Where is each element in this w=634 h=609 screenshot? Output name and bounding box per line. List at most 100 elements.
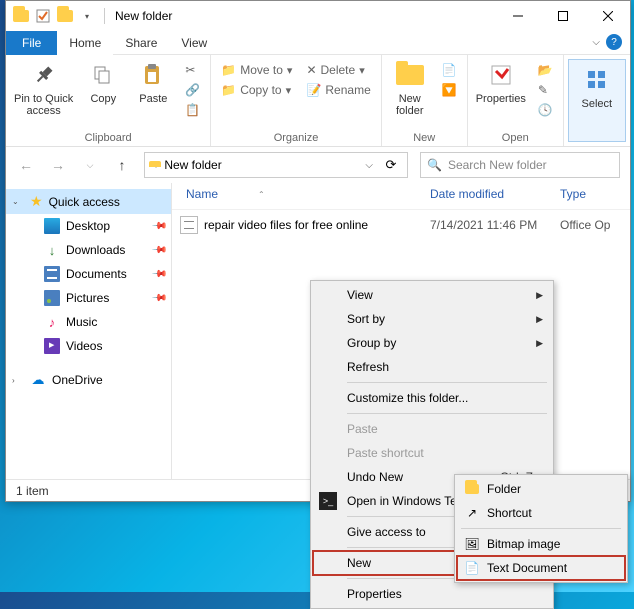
select-button[interactable]: Select: [573, 62, 621, 112]
view-tab[interactable]: View: [169, 31, 219, 55]
ctx-new-bitmap[interactable]: 🖼Bitmap image: [457, 532, 625, 556]
up-button[interactable]: ↑: [112, 157, 132, 173]
delete-button[interactable]: ✕Delete ▾: [300, 61, 376, 79]
edit-icon: ✎: [538, 83, 548, 97]
titlebar: ▾ New folder: [6, 1, 630, 31]
paste-icon: [137, 59, 169, 91]
onedrive-icon: ☁: [30, 372, 46, 388]
terminal-icon: >_: [319, 492, 337, 510]
ctx-label: Shortcut: [487, 506, 532, 520]
organize-group-label: Organize: [215, 132, 376, 146]
address-dropdown-icon[interactable]: ⌵: [365, 160, 373, 171]
sidebar-item-quick-access[interactable]: ⌄ ★ Quick access: [6, 189, 171, 214]
sidebar-item-onedrive[interactable]: ›☁OneDrive: [6, 368, 171, 392]
column-type[interactable]: Type: [560, 187, 620, 201]
text-document-icon: 📄: [463, 559, 481, 577]
rename-button[interactable]: 📝Rename: [300, 81, 376, 99]
home-tab[interactable]: Home: [57, 31, 113, 55]
window-controls: [495, 1, 630, 31]
navigation-bar: ← → ⌵ ↑ › New folder ⌵ ⟳ 🔍 Search New fo…: [6, 147, 630, 183]
sort-indicator-icon: ⌃: [258, 190, 265, 199]
ribbon-group-organize: 📁Move to ▾ 📁Copy to ▾ ✕Delete ▾ 📝Rename …: [211, 55, 381, 146]
documents-icon: [44, 266, 60, 282]
help-icon[interactable]: ?: [606, 34, 622, 50]
ctx-label: Undo New: [347, 470, 403, 484]
properties-button[interactable]: Properties: [472, 57, 530, 107]
ctx-properties[interactable]: Properties: [313, 582, 551, 606]
edit-button[interactable]: ✎: [532, 81, 559, 99]
ctx-new-shortcut[interactable]: ↗Shortcut: [457, 501, 625, 525]
pin-to-quick-access-button[interactable]: Pin to Quick access: [10, 57, 77, 119]
ctx-label: Sort by: [347, 312, 385, 326]
sidebar-item-music[interactable]: ♪Music: [6, 310, 171, 334]
downloads-icon: ↓: [44, 242, 60, 258]
ctx-label: New: [347, 556, 371, 570]
pin-icon: 📌: [150, 266, 167, 283]
address-path[interactable]: New folder: [164, 158, 221, 172]
easy-access-button[interactable]: 🔽: [436, 81, 463, 99]
ctx-customize[interactable]: Customize this folder...: [313, 386, 551, 410]
qat-dropdown-icon[interactable]: ▾: [78, 7, 96, 25]
folder-icon: [12, 7, 30, 25]
share-tab[interactable]: Share: [113, 31, 169, 55]
sidebar-item-documents[interactable]: Documents📌: [6, 262, 171, 286]
file-tab[interactable]: File: [6, 31, 57, 55]
separator: [461, 528, 621, 529]
recent-dropdown[interactable]: ⌵: [80, 160, 100, 171]
sidebar-item-downloads[interactable]: ↓Downloads📌: [6, 238, 171, 262]
pin-icon: 📌: [150, 242, 167, 259]
forward-button[interactable]: →: [48, 157, 68, 173]
minimize-button[interactable]: [495, 1, 540, 31]
close-button[interactable]: [585, 1, 630, 31]
ribbon-group-select: Select: [568, 59, 626, 142]
move-label: Move to: [240, 63, 283, 77]
chevron-down-icon[interactable]: ⌄: [12, 197, 24, 206]
ctx-refresh[interactable]: Refresh: [313, 355, 551, 379]
new-folder-button[interactable]: New folder: [386, 57, 434, 119]
cut-button[interactable]: ✂: [179, 61, 206, 79]
ctx-new-text-document[interactable]: 📄 Text Document: [457, 556, 625, 580]
qat-checkbox-icon[interactable]: [34, 7, 52, 25]
column-date[interactable]: Date modified: [430, 187, 560, 201]
back-button[interactable]: ←: [16, 157, 36, 173]
column-name[interactable]: Name⌃: [186, 187, 430, 201]
ctx-label: Text Document: [487, 561, 567, 575]
chevron-right-icon: ▶: [536, 314, 543, 325]
open-button[interactable]: 📂: [532, 61, 559, 79]
pin-icon: 📌: [150, 218, 167, 235]
chevron-right-icon[interactable]: ›: [12, 376, 24, 385]
maximize-button[interactable]: [540, 1, 585, 31]
history-button[interactable]: 🕓: [532, 101, 559, 119]
ctx-label: Bitmap image: [487, 537, 560, 551]
easy-access-icon: 🔽: [442, 83, 457, 97]
properties-label: Properties: [476, 93, 526, 105]
copy-button[interactable]: Copy: [79, 57, 127, 107]
copy-to-button[interactable]: 📁Copy to ▾: [215, 81, 298, 99]
search-box[interactable]: 🔍 Search New folder: [420, 152, 620, 178]
paste-shortcut-button[interactable]: 📋: [179, 101, 206, 119]
paste-button[interactable]: Paste: [129, 57, 177, 107]
copy-path-button[interactable]: 🔗: [179, 81, 206, 99]
videos-icon: [44, 338, 60, 354]
open-icon: 📂: [538, 63, 553, 77]
file-row[interactable]: repair video files for free online 7/14/…: [172, 210, 630, 240]
file-date: 7/14/2021 11:46 PM: [430, 218, 560, 232]
address-bar[interactable]: › New folder ⌵ ⟳: [144, 152, 408, 178]
shortcut-icon: 📋: [185, 103, 200, 117]
ctx-view[interactable]: View▶: [313, 283, 551, 307]
context-submenu-new: Folder ↗Shortcut 🖼Bitmap image 📄 Text Doc…: [454, 474, 628, 583]
select-icon: [581, 64, 613, 96]
ribbon-collapse-icon[interactable]: ⌵: [592, 37, 600, 48]
move-to-button[interactable]: 📁Move to ▾: [215, 61, 298, 79]
refresh-button[interactable]: ⟳: [379, 157, 403, 173]
sidebar-item-pictures[interactable]: Pictures📌: [6, 286, 171, 310]
ctx-group-by[interactable]: Group by▶: [313, 331, 551, 355]
pin-icon: 📌: [150, 290, 167, 307]
ctx-new-folder[interactable]: Folder: [457, 477, 625, 501]
sidebar-label: Videos: [66, 339, 102, 353]
ctx-paste-shortcut: Paste shortcut: [313, 441, 551, 465]
sidebar-item-desktop[interactable]: Desktop📌: [6, 214, 171, 238]
new-item-button[interactable]: 📄: [436, 61, 463, 79]
ctx-sort-by[interactable]: Sort by ▶: [313, 307, 551, 331]
sidebar-item-videos[interactable]: Videos: [6, 334, 171, 358]
